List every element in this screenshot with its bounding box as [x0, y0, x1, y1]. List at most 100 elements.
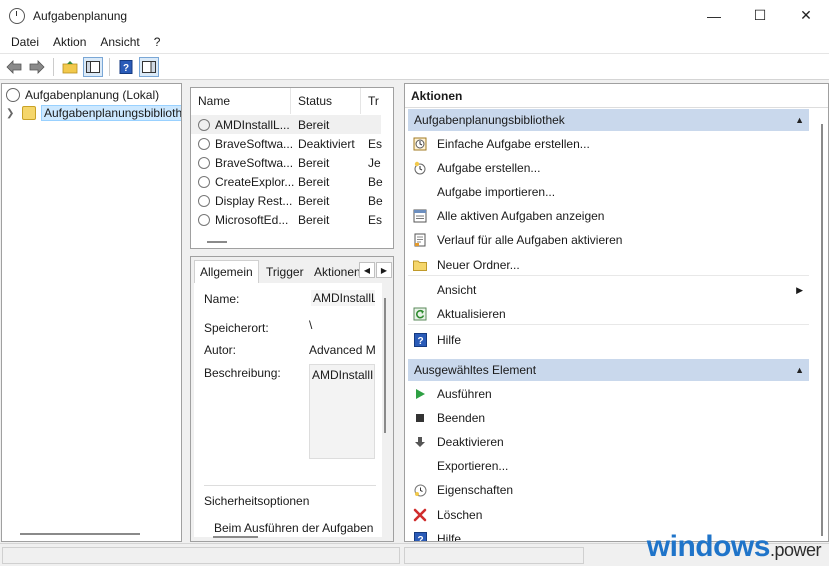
history-icon	[412, 232, 428, 248]
task-clock-icon	[198, 156, 210, 169]
table-row[interactable]: BraveSoftwa... Bereit Je	[191, 153, 381, 172]
logo-suffix: power	[774, 540, 821, 560]
task-status: Bereit	[298, 155, 330, 170]
help-icon[interactable]: ?	[116, 57, 136, 77]
action-refresh[interactable]: Aktualisieren	[408, 303, 809, 325]
action-show-running-tasks[interactable]: Alle aktiven Aufgaben anzeigen	[408, 205, 809, 227]
action-delete[interactable]: Löschen	[408, 504, 809, 526]
refresh-icon	[412, 306, 428, 322]
section-library[interactable]: Aufgabenplanungsbibliothek ▲	[408, 109, 809, 131]
tree-root-label: Aufgabenplanung (Lokal)	[25, 88, 160, 102]
action-label: Exportieren...	[437, 459, 509, 473]
task-status: Bereit	[298, 117, 330, 132]
tree-library-label: Aufgabenplanungsbibliothek	[41, 105, 181, 121]
location-field[interactable]: \	[309, 318, 375, 332]
toolbar-separator	[53, 57, 54, 76]
forward-arrow-icon[interactable]	[27, 57, 47, 77]
chevron-right-icon[interactable]: ❯	[6, 108, 16, 119]
action-label: Aufgabe importieren...	[437, 185, 556, 199]
action-view[interactable]: Ansicht ▶	[408, 279, 809, 301]
action-end[interactable]: Beenden	[408, 407, 809, 429]
action-properties[interactable]: Eigenschaften	[408, 479, 809, 501]
vertical-scrollbar[interactable]	[821, 124, 823, 536]
close-button[interactable]: ✕	[783, 0, 829, 31]
task-list: Name Status Tr AMDInstallL... Bereit Bra…	[190, 87, 394, 249]
section-selected-item[interactable]: Ausgewähltes Element ▲	[408, 359, 809, 381]
tab-scroll-left-icon[interactable]: ◀	[359, 262, 375, 278]
name-label: Name:	[204, 292, 240, 306]
column-header-name[interactable]: Name	[191, 88, 291, 114]
action-import-task[interactable]: Aufgabe importieren...	[408, 181, 809, 203]
table-row[interactable]: CreateExplor... Bereit Be	[191, 172, 383, 191]
up-folder-icon[interactable]	[60, 57, 80, 77]
tree-item-root[interactable]: Aufgabenplanung (Lokal)	[6, 86, 159, 104]
tab-trigger[interactable]: Trigger	[261, 260, 309, 283]
status-segment	[404, 547, 584, 564]
task-trigger: Be	[368, 193, 383, 208]
action-create-task[interactable]: Aufgabe erstellen...	[408, 157, 809, 179]
run-play-icon	[412, 386, 428, 402]
author-field[interactable]: Advanced M	[309, 343, 375, 357]
action-label: Aktualisieren	[437, 306, 506, 321]
svg-text:?: ?	[417, 535, 423, 542]
stop-icon	[412, 410, 428, 426]
menu-datei[interactable]: Datei	[4, 35, 46, 49]
task-details-panel: Allgemein Trigger Aktionen ◀ ▶ Name: AMD…	[190, 256, 394, 542]
action-new-folder[interactable]: Neuer Ordner...	[408, 254, 809, 276]
action-label: Neuer Ordner...	[437, 257, 520, 272]
task-name: BraveSoftwa...	[215, 155, 294, 170]
task-name: MicrosoftEd...	[215, 212, 289, 227]
action-create-basic-task[interactable]: Einfache Aufgabe erstellen...	[408, 133, 809, 155]
action-label: Hilfe	[437, 333, 462, 347]
action-label: Eigenschaften	[437, 483, 514, 497]
action-label: Ansicht	[437, 283, 477, 297]
action-help-library[interactable]: ? Hilfe	[408, 329, 809, 351]
tab-scroll-right-icon[interactable]: ▶	[376, 262, 392, 278]
action-label: Löschen	[437, 508, 483, 522]
author-label: Autor:	[204, 343, 237, 357]
column-header-trigger[interactable]: Tr	[361, 88, 393, 114]
vertical-scrollbar[interactable]	[384, 298, 386, 433]
help-icon: ?	[412, 332, 428, 348]
table-row[interactable]: BraveSoftwa... Deaktiviert Es	[191, 134, 382, 153]
actions-pane: Aktionen Aufgabenplanungsbibliothek ▲ Ei…	[404, 83, 829, 542]
task-clock-icon	[198, 137, 210, 150]
running-tasks-icon	[412, 208, 428, 224]
task-clock-icon	[198, 175, 210, 188]
horizontal-scrollbar[interactable]	[207, 241, 227, 243]
clock-icon	[6, 88, 20, 102]
horizontal-scrollbar[interactable]	[213, 536, 258, 538]
menu-ansicht[interactable]: Ansicht	[93, 35, 146, 49]
tab-aktionen[interactable]: Aktionen	[309, 260, 359, 283]
tab-allgemein[interactable]: Allgemein	[194, 260, 259, 283]
task-trigger: Es	[368, 212, 383, 227]
task-clock-icon	[198, 194, 210, 207]
menu-aktion[interactable]: Aktion	[46, 35, 93, 49]
name-field[interactable]: AMDInstallL	[311, 290, 375, 306]
maximize-button[interactable]: ☐	[737, 0, 783, 31]
action-label: Ausführen	[437, 387, 492, 401]
table-row[interactable]: AMDInstallL... Bereit	[191, 115, 381, 134]
action-export[interactable]: Exportieren...	[408, 455, 809, 477]
menu-help[interactable]: ?	[147, 35, 168, 49]
collapse-up-icon[interactable]: ▲	[795, 365, 804, 375]
back-arrow-icon[interactable]	[4, 57, 24, 77]
column-header-status[interactable]: Status	[291, 88, 361, 114]
table-row[interactable]: Display Rest... Bereit Be	[191, 191, 383, 210]
action-disable[interactable]: Deaktivieren	[408, 431, 809, 453]
submenu-arrow-icon: ▶	[796, 284, 803, 295]
menu-bar: Datei Aktion Ansicht ?	[0, 31, 829, 53]
table-row[interactable]: MicrosoftEd... Bereit Es	[191, 210, 383, 229]
show-hide-tree-icon[interactable]	[83, 56, 103, 77]
action-label: Einfache Aufgabe erstellen...	[437, 137, 590, 151]
properties-clock-icon	[412, 482, 428, 498]
action-enable-history[interactable]: Verlauf für alle Aufgaben aktivieren	[408, 229, 809, 251]
tree-item-library[interactable]: ❯ Aufgabenplanungsbibliothek	[6, 104, 181, 122]
collapse-up-icon[interactable]: ▲	[795, 115, 804, 125]
show-hide-action-pane-icon[interactable]	[139, 56, 159, 77]
minimize-button[interactable]: —	[691, 0, 737, 31]
description-field[interactable]: AMDInstallI	[309, 364, 375, 459]
windowspower-logo: windows.power	[647, 530, 822, 564]
action-run[interactable]: Ausführen	[408, 383, 809, 405]
horizontal-scrollbar[interactable]	[20, 533, 140, 535]
